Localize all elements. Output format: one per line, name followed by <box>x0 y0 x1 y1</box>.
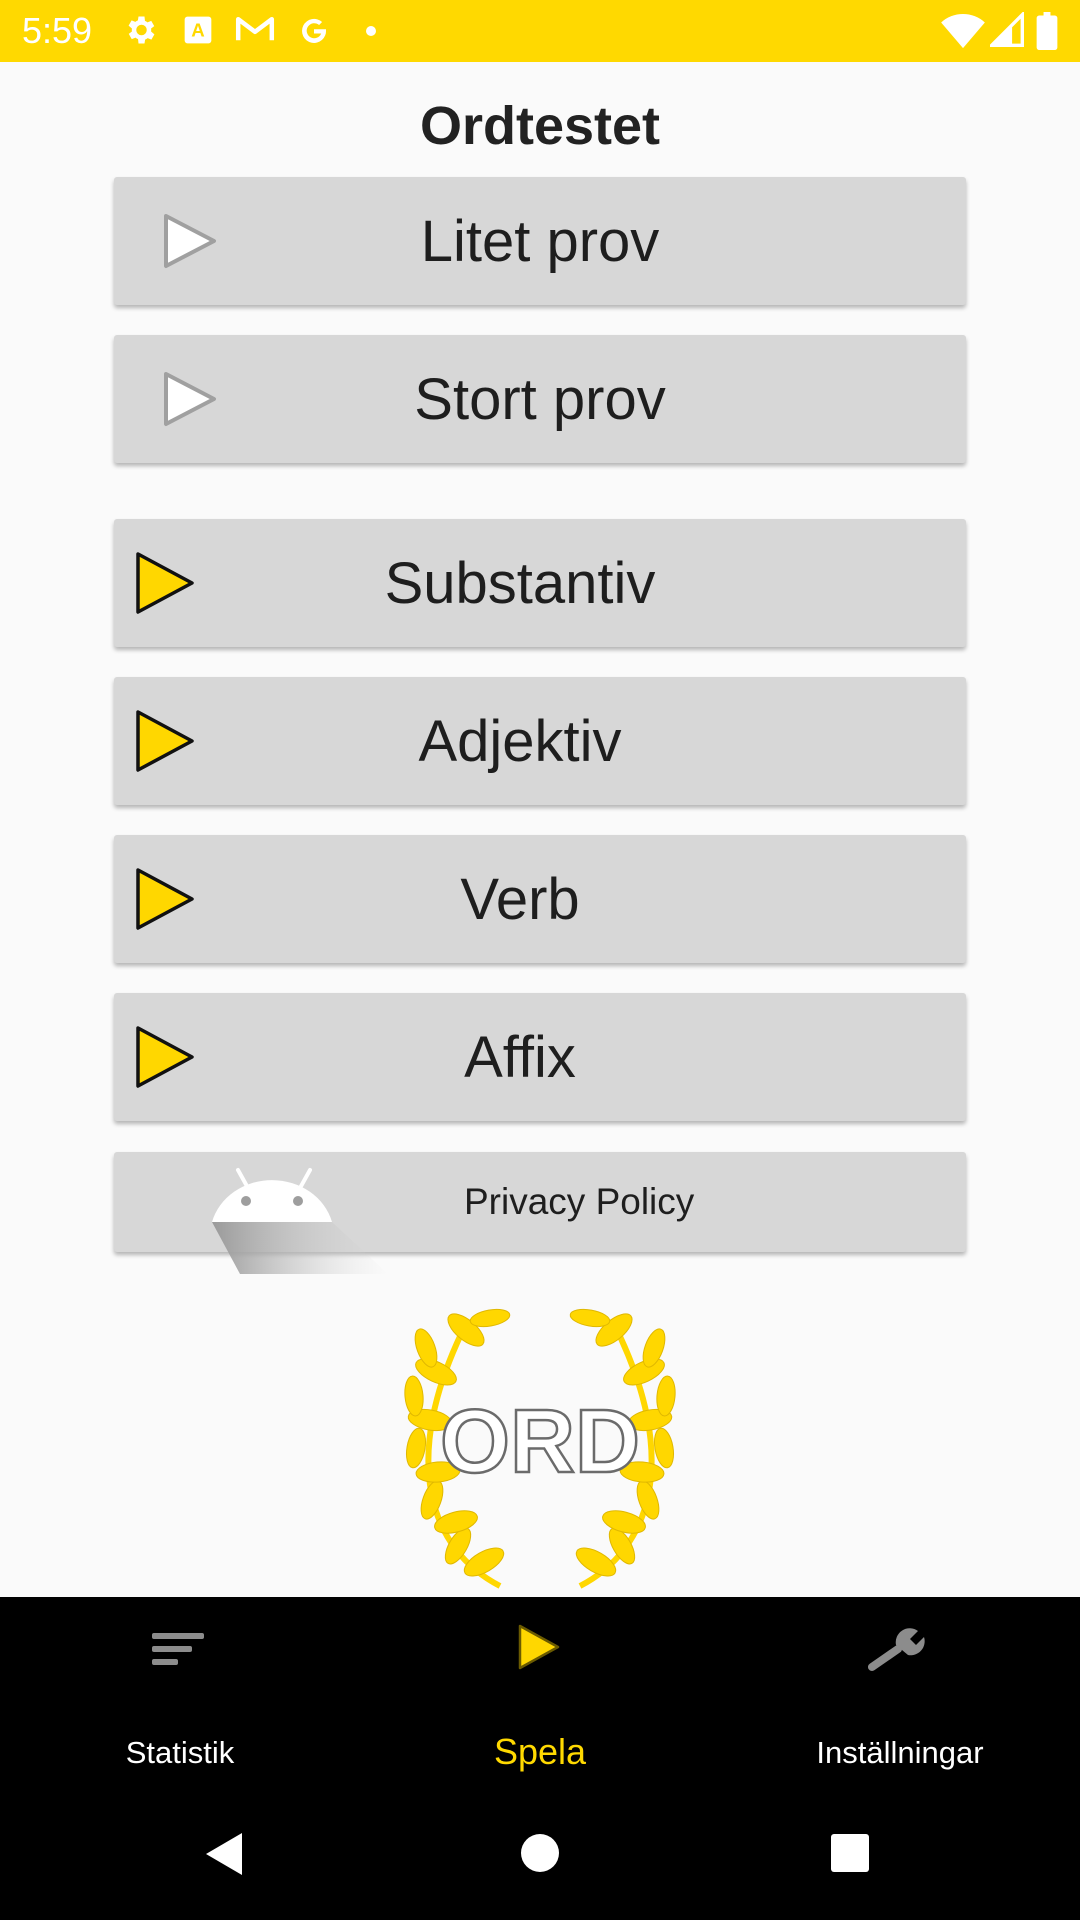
nav-statistik-label: Statistik <box>125 1735 235 1770</box>
nav-spela[interactable]: Spela <box>360 1597 720 1779</box>
adjektiv-label: Adjektiv <box>418 708 622 774</box>
home-icon[interactable] <box>520 1833 560 1873</box>
litet-prov-button[interactable]: Litet prov <box>114 177 966 305</box>
nav-spela-label: Spela <box>493 1731 587 1772</box>
verb-label: Verb <box>460 866 580 932</box>
back-icon[interactable] <box>204 1831 244 1877</box>
affix-label: Affix <box>464 1024 576 1090</box>
status-time: 5:59 <box>22 10 93 51</box>
recents-icon[interactable] <box>830 1833 870 1873</box>
wrench-icon <box>868 1628 925 1671</box>
privacy-policy-label: Privacy Policy <box>464 1181 695 1222</box>
android-icon <box>212 1168 388 1274</box>
bottom-navigation: Statistik Spela Inställningar <box>0 1597 1080 1779</box>
a-box-icon: A <box>184 16 212 44</box>
play-icon <box>518 1624 560 1670</box>
adjektiv-button[interactable]: Adjektiv <box>114 677 966 805</box>
nav-installningar[interactable]: Inställningar <box>720 1597 1080 1779</box>
wifi-icon <box>941 13 985 49</box>
battery-icon <box>1036 12 1058 50</box>
litet-prov-label: Litet prov <box>420 208 660 274</box>
sort-lines-icon <box>152 1633 204 1665</box>
status-bar: 5:59 A <box>0 0 1080 62</box>
system-navigation <box>0 1779 1080 1920</box>
cell-signal-icon <box>990 12 1024 47</box>
substantiv-label: Substantiv <box>384 550 656 616</box>
gmail-icon <box>235 16 275 41</box>
nav-statistik[interactable]: Statistik <box>0 1597 360 1779</box>
nav-installningar-label: Inställningar <box>816 1735 984 1770</box>
verb-button[interactable]: Verb <box>114 835 966 963</box>
google-icon <box>302 18 327 43</box>
privacy-policy-button[interactable]: Privacy Policy <box>114 1152 966 1274</box>
dot-icon <box>366 26 376 36</box>
stort-prov-label: Stort prov <box>414 366 666 432</box>
gear-icon <box>128 16 155 44</box>
emblem-text: ORD <box>440 1392 640 1492</box>
substantiv-button[interactable]: Substantiv <box>114 519 966 647</box>
stort-prov-button[interactable]: Stort prov <box>114 335 966 463</box>
page-title: Ordtestet <box>419 96 661 156</box>
affix-button[interactable]: Affix <box>114 993 966 1121</box>
ord-emblem: ORD <box>404 1308 676 1589</box>
svg-text:A: A <box>191 20 204 41</box>
